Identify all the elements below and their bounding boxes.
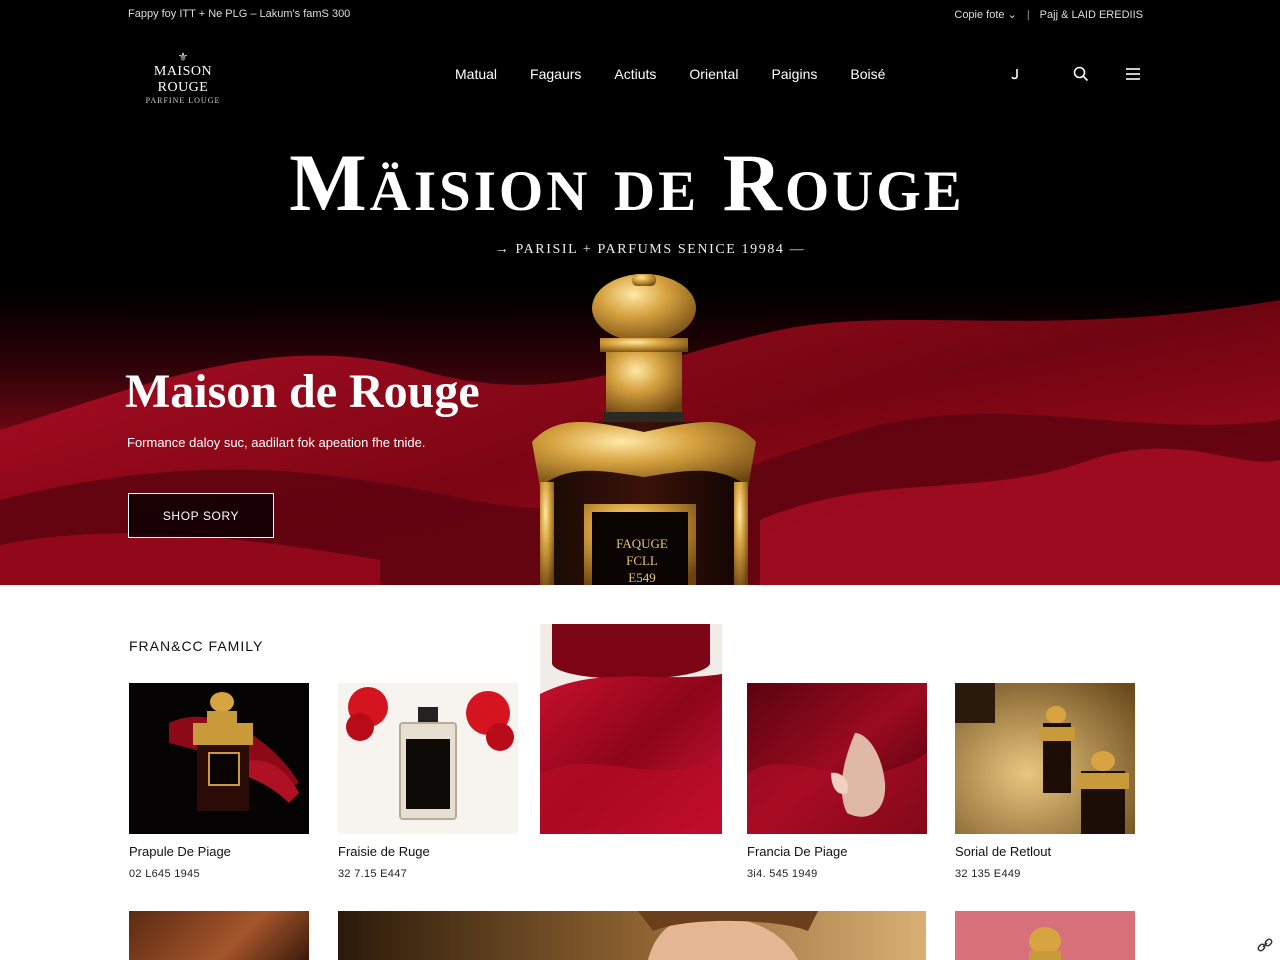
featured-silk-image[interactable]: [540, 624, 722, 834]
nav-item-fagaurs[interactable]: Fagaurs: [530, 66, 581, 82]
hero-subtitle: Maison de Rouge: [125, 365, 480, 418]
product-image: [747, 683, 927, 834]
product-price: 32 7.15 E447: [338, 868, 408, 880]
nav-item-paigins[interactable]: Paigins: [771, 66, 817, 82]
bottle-label-line: E549: [628, 570, 656, 585]
product-image[interactable]: [129, 911, 309, 960]
fleur-de-lis-icon: ⚜: [177, 50, 189, 64]
chevron-down-icon: ⌄: [1007, 9, 1017, 21]
hero-description: Formance daloy suc, aadilart fok apeatio…: [127, 435, 426, 450]
link-icon[interactable]: [1256, 936, 1274, 954]
bottle-label-line: FAQUGE: [616, 536, 668, 551]
product-image: [955, 683, 1135, 834]
product-name: Francia De Piage: [747, 844, 848, 859]
product-image: [338, 683, 518, 834]
banner-image[interactable]: [338, 911, 926, 960]
product-image[interactable]: [955, 911, 1135, 960]
currency-label: Copie fote: [954, 9, 1005, 21]
logo-name: MAISON ROUGE: [153, 64, 213, 95]
product-name: Sorial de Retlout: [955, 844, 1052, 859]
product-card[interactable]: Fraisie de Ruge 32 7.15 E447: [338, 683, 518, 880]
product-name: Fraisie de Ruge: [338, 844, 430, 859]
hero-title: Mäision de Rouge: [289, 137, 965, 228]
product-name: Prapule De Piage: [129, 844, 231, 859]
product-card[interactable]: Prapule De Piage 02 L645 1945: [129, 683, 309, 880]
shop-story-button[interactable]: SHOP SORY: [128, 493, 274, 538]
top-announcement-bar: Fappy foy ITT + Ne PLG – Lakum's famS 30…: [0, 0, 1280, 30]
nav-item-oriental[interactable]: Oriental: [689, 66, 738, 82]
announcement-text: Fappy foy ITT + Ne PLG – Lakum's famS 30…: [128, 8, 351, 20]
search-icon[interactable]: [1071, 64, 1091, 84]
account-icon[interactable]: [1005, 64, 1025, 84]
divider: |: [1026, 8, 1030, 21]
logo-subtitle: PARFINE LOUGE: [145, 96, 221, 105]
product-image: [129, 683, 309, 834]
hero-tagline: → PARISIL + PARFUMS SENICE 19984 —: [494, 242, 806, 257]
nav-item-matual[interactable]: Matual: [455, 66, 497, 82]
section-title: FRAN&CC FAMILY: [129, 638, 264, 654]
product-card[interactable]: Francia De Piage 3i4. 545 1949: [747, 683, 927, 880]
product-price: 02 L645 1945: [129, 868, 200, 880]
bottle-label: FAQUGE FCLL E549: [594, 535, 690, 585]
menu-icon[interactable]: [1123, 64, 1143, 84]
currency-selector[interactable]: Copie fote ⌄: [954, 8, 1016, 21]
brand-logo[interactable]: ⚜ MAISON ROUGE PARFINE LOUGE: [127, 50, 239, 106]
bottle-label-line: FCLL: [626, 553, 658, 568]
nav-item-actiuts[interactable]: Actiuts: [614, 66, 656, 82]
nav-item-boise[interactable]: Boisé: [850, 66, 885, 82]
hero-banner: Fappy foy ITT + Ne PLG – Lakum's famS 30…: [0, 0, 1280, 585]
product-card[interactable]: Sorial de Retlout 32 135 E449: [955, 683, 1135, 880]
account-link[interactable]: Pajj & LAID EREDIIS: [1040, 9, 1143, 21]
main-nav: Matual Fagaurs Actiuts Oriental Paigins …: [455, 66, 885, 82]
product-price: 32 135 E449: [955, 868, 1021, 880]
product-price: 3i4. 545 1949: [747, 868, 818, 880]
